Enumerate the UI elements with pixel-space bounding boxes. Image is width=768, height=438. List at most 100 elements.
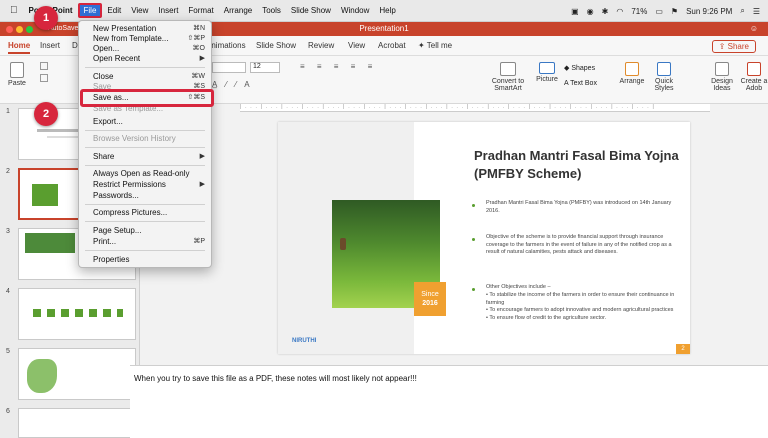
tab-slide-show[interactable]: Slide Show [256, 41, 296, 50]
tab-design[interactable]: D [72, 41, 78, 50]
tab-tell-me[interactable]: ✦ Tell me [418, 41, 452, 50]
thumb-map [27, 359, 57, 393]
create-adobe-button[interactable]: Create a Adob [740, 62, 768, 92]
menu-close[interactable]: Close ⌘W [79, 72, 211, 82]
battery-percent: 71% [631, 6, 648, 16]
menu-help[interactable]: Help [374, 6, 400, 15]
textbox-button[interactable]: A Text Box [564, 80, 597, 87]
zoom-window-button[interactable] [26, 26, 33, 33]
file-menu[interactable]: File [77, 3, 103, 18]
menu-share[interactable]: Share ▶ [79, 152, 211, 162]
sub-bullet-list[interactable]: • To stabilize the income of the farmers… [486, 292, 678, 322]
convert-smartart-button[interactable]: Convert to SmartArt [486, 62, 530, 92]
notes-text[interactable]: When you try to save this file as a PDF,… [134, 374, 417, 383]
slide-bullet-2[interactable]: Objective of the scheme is to provide fi… [486, 234, 678, 257]
menu-separator [85, 147, 205, 148]
arrange-button[interactable]: Arrange [618, 62, 646, 85]
search-icon[interactable]: ⌕ [740, 6, 744, 16]
quick-styles-icon [657, 62, 671, 76]
menu-edit[interactable]: Edit [102, 6, 126, 15]
horizontal-ruler: | . . . | . . . | . . . | . . . | . . . … [240, 104, 710, 112]
design-ideas-label: Design Ideas [711, 78, 733, 92]
sub-bullet-3: • To ensure flow of credit to the agricu… [486, 314, 607, 321]
slide-bullet-3[interactable]: Other Objectives include – [486, 284, 678, 292]
font-size-select[interactable]: 12 [250, 62, 280, 73]
font-name-select[interactable] [212, 62, 246, 73]
account-icon[interactable]: ☺ [750, 22, 758, 36]
apple-icon[interactable]:  [0, 5, 24, 16]
camera-icon[interactable]: ◉ [587, 7, 594, 16]
tab-home[interactable]: Home [8, 41, 31, 54]
slide-thumb-5[interactable] [18, 348, 136, 400]
menu-print[interactable]: Print... ⌘P [79, 237, 211, 247]
tab-insert[interactable]: Insert [40, 41, 60, 50]
menu-slide-show[interactable]: Slide Show [286, 6, 336, 15]
save-as-highlight [80, 89, 214, 107]
wifi-icon[interactable]: ◠ [616, 7, 623, 16]
menu-browse-version-history[interactable]: Browse Version History [79, 134, 211, 144]
quick-styles-button[interactable]: Quick Styles [650, 62, 678, 92]
tab-acrobat[interactable]: Acrobat [378, 41, 406, 50]
bullet-dot [472, 238, 475, 241]
slide-title-line2[interactable]: (PMFBY Scheme) [474, 166, 581, 181]
step-badge-1: 1 [34, 6, 58, 30]
menu-restrict-permissions[interactable]: Restrict Permissions ▶ [79, 180, 211, 190]
picture-button[interactable]: Picture [534, 62, 560, 83]
slide-thumb-6[interactable] [18, 408, 136, 438]
step-badge-2: 2 [34, 102, 58, 126]
arrange-label: Arrange [619, 78, 645, 85]
menu-insert[interactable]: Insert [153, 6, 183, 15]
shapes-button[interactable]: ◆ Shapes [564, 64, 595, 72]
paragraph-buttons[interactable]: ≡ ≡ ≡ ≡ ≡ [300, 62, 450, 72]
slide-canvas[interactable]: Since 2016 NIRUTHI Pradhan Mantri Fasal … [278, 122, 690, 354]
battery-icon[interactable]: ▭ [655, 7, 663, 16]
tab-review[interactable]: Review [308, 41, 334, 50]
menu-passwords[interactable]: Passwords... [79, 191, 211, 201]
menu-separator [85, 130, 205, 131]
menu-compress-pictures[interactable]: Compress Pictures... [79, 208, 211, 218]
notes-pane[interactable]: When you try to save this file as a PDF,… [130, 365, 768, 438]
list-icon[interactable]: ☰ [753, 7, 760, 16]
paste-label: Paste [8, 80, 26, 87]
menu-view[interactable]: View [126, 6, 153, 15]
bluetooth-icon[interactable]: ✱ [602, 7, 609, 16]
status-area: ▣ ◉ ✱ ◠ 71% ▭ ⚑ Sun 9:26 PM ⌕ ☰ [571, 0, 760, 22]
cut-icon[interactable] [40, 62, 48, 70]
design-ideas-button[interactable]: Design Ideas [708, 62, 736, 92]
share-button[interactable]: ⇪ Share [711, 40, 756, 53]
menu-export[interactable]: Export... [79, 117, 211, 127]
adobe-icon[interactable]: ▣ [571, 7, 579, 16]
menu-properties[interactable]: Properties [79, 255, 211, 265]
slide-bullet-1[interactable]: Pradhan Mantri Fasal Bima Yojna (PMFBY) … [486, 200, 678, 215]
clock[interactable]: Sun 9:26 PM [686, 7, 732, 16]
document-title: Presentation1 [359, 24, 409, 33]
arrange-icon [625, 62, 639, 76]
paste-button[interactable]: Paste [6, 62, 28, 87]
since-badge: Since 2016 [414, 282, 446, 316]
bullet-dot [472, 288, 475, 291]
menu-page-setup[interactable]: Page Setup... [79, 226, 211, 236]
menu-format[interactable]: Format [183, 6, 218, 15]
menu-open-recent[interactable]: Open Recent ▶ [79, 54, 211, 64]
minimize-window-button[interactable] [16, 26, 23, 33]
menu-new-presentation[interactable]: New Presentation ⌘N [79, 24, 211, 34]
font-format-buttons[interactable]: A̲ ⁄ ⁄ A [212, 80, 292, 90]
slide-title-line1[interactable]: Pradhan Mantri Fasal Bima Yojna [474, 148, 679, 163]
create-adobe-label: Create a Adob [740, 78, 768, 92]
slide-thumb-4[interactable] [18, 288, 136, 340]
picture-label: Picture [536, 76, 558, 83]
tab-view[interactable]: View [348, 41, 365, 50]
close-window-button[interactable] [6, 26, 13, 33]
menu-open[interactable]: Open... ⌘O [79, 44, 211, 54]
menu-always-open-read-only[interactable]: Always Open as Read-only [79, 169, 211, 179]
menu-window[interactable]: Window [336, 6, 374, 15]
menu-arrange[interactable]: Arrange [219, 6, 257, 15]
textbox-label: Text Box [570, 80, 597, 87]
flag-icon[interactable]: ⚑ [671, 7, 678, 16]
menu-tools[interactable]: Tools [257, 6, 286, 15]
copy-icon[interactable] [40, 74, 48, 82]
shapes-label: Shapes [571, 65, 596, 72]
menu-separator [85, 204, 205, 205]
menu-new-from-template[interactable]: New from Template... ⇧⌘P [79, 34, 211, 44]
sub-bullet-1: • To stabilize the income of the farmers… [486, 292, 675, 306]
